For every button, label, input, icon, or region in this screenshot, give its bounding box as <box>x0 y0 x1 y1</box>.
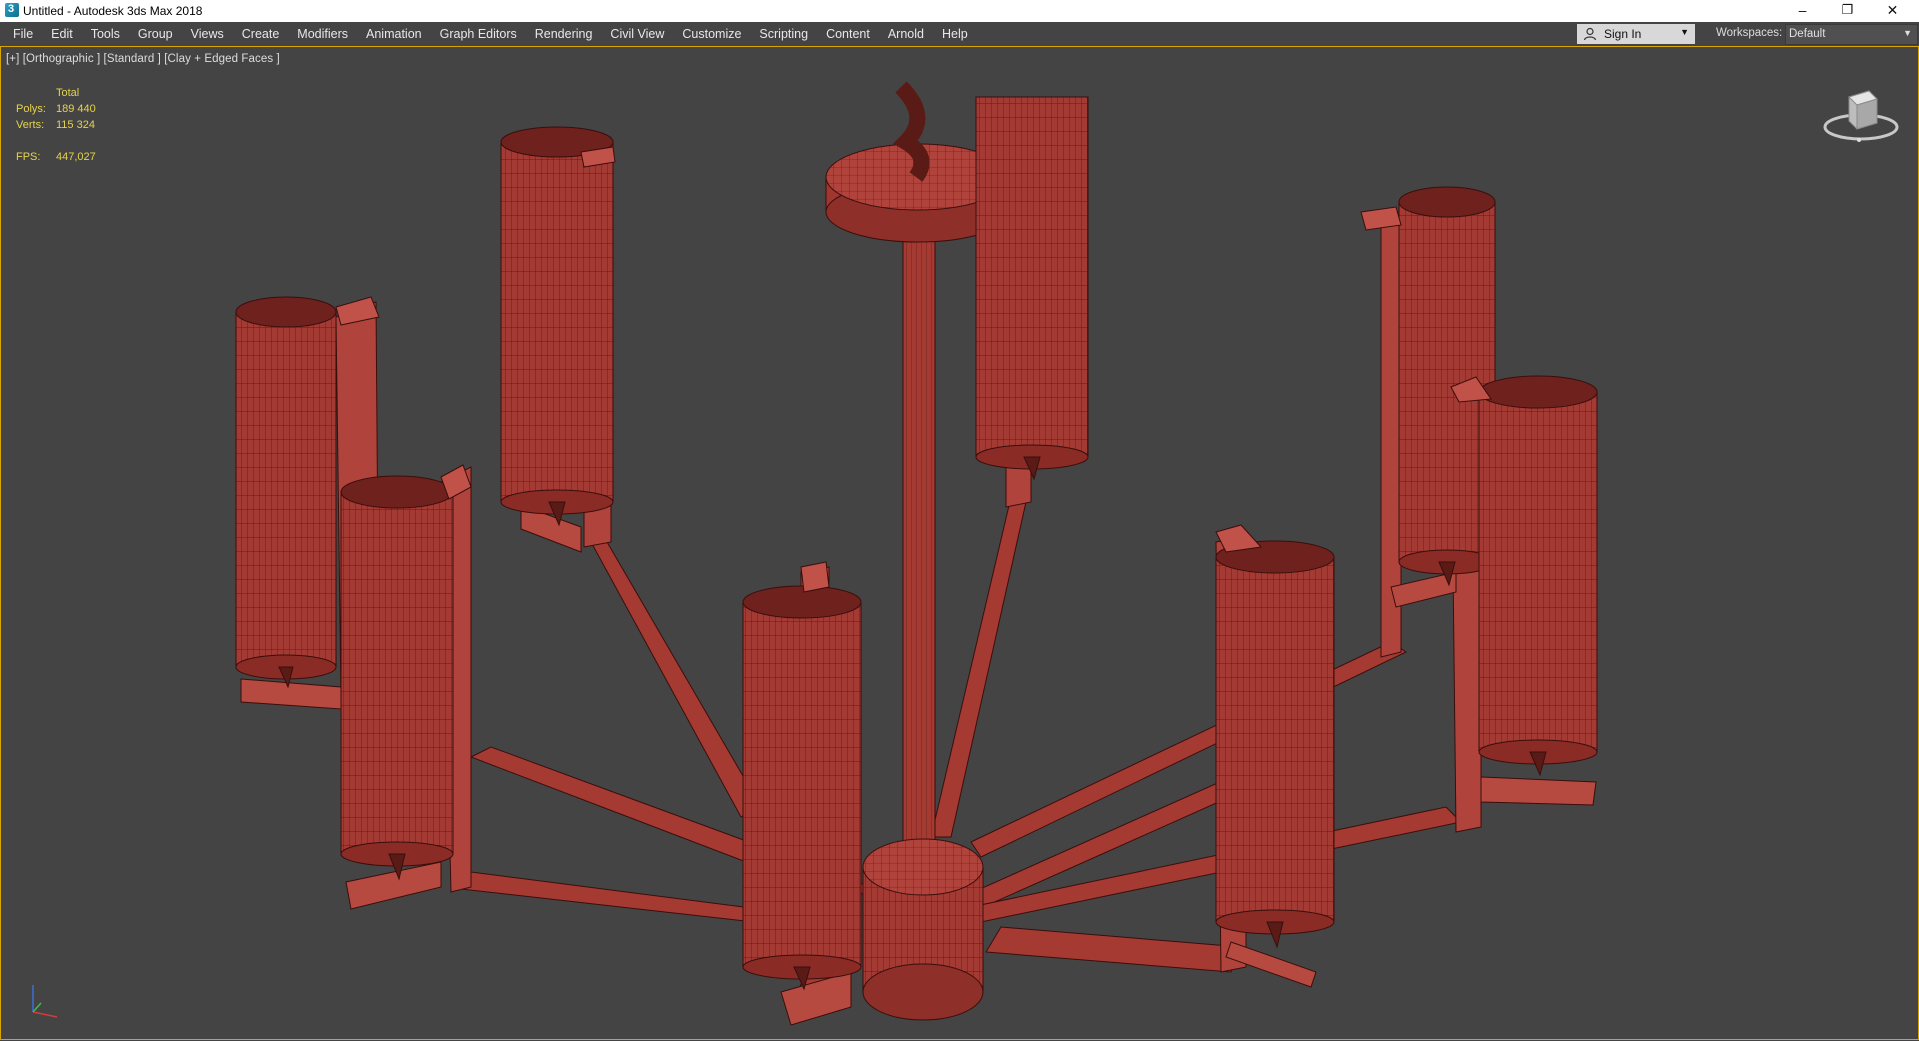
menu-scripting[interactable]: Scripting <box>750 22 817 46</box>
candle-sleeve <box>235 296 337 689</box>
menu-group[interactable]: Group <box>129 22 182 46</box>
candle-sleeve <box>975 96 1089 481</box>
workspaces-dropdown[interactable]: Default ▼ <box>1785 24 1918 45</box>
central-pole <box>902 236 936 868</box>
window-title: Untitled - Autodesk 3ds Max 2018 <box>23 4 203 18</box>
app-icon[interactable] <box>5 3 19 17</box>
minimize-button[interactable]: – <box>1780 0 1825 22</box>
candle-sleeve <box>340 475 454 881</box>
menu-modifiers[interactable]: Modifiers <box>288 22 357 46</box>
menu-tools[interactable]: Tools <box>82 22 129 46</box>
menu-graph-editors[interactable]: Graph Editors <box>431 22 526 46</box>
user-icon <box>1583 27 1597 41</box>
viewcube-icon[interactable] <box>1821 77 1901 157</box>
chevron-down-icon: ▼ <box>1903 28 1912 38</box>
viewport-label[interactable]: [+] [Orthographic ] [Standard ] [Clay + … <box>6 53 280 65</box>
menu-animation[interactable]: Animation <box>357 22 431 46</box>
candle-sleeve <box>1215 540 1335 949</box>
menu-arnold[interactable]: Arnold <box>879 22 933 46</box>
perspective-viewport[interactable]: [+] [Orthographic ] [Standard ] [Clay + … <box>0 47 1919 1040</box>
menu-create[interactable]: Create <box>233 22 289 46</box>
main-menu: File Edit Tools Group Views Create Modif… <box>4 22 977 46</box>
title-bar: Untitled - Autodesk 3ds Max 2018 – ❐ ✕ <box>0 0 1919 22</box>
fps-label: FPS: <box>16 151 41 163</box>
sign-in-button[interactable]: Sign In ▼ <box>1577 24 1695 44</box>
viewport-statistics: Total Polys: 189 440 Verts: 115 324 FPS:… <box>16 85 136 165</box>
menu-content[interactable]: Content <box>817 22 879 46</box>
menu-bar: File Edit Tools Group Views Create Modif… <box>0 22 1919 47</box>
axis-tripod-icon <box>32 985 58 1018</box>
menu-customize[interactable]: Customize <box>673 22 750 46</box>
sign-in-label: Sign In <box>1604 27 1642 41</box>
menu-rendering[interactable]: Rendering <box>526 22 602 46</box>
candle-sleeve <box>1478 375 1598 777</box>
verts-label: Verts: <box>16 119 45 131</box>
polys-value: 189 440 <box>56 103 96 115</box>
central-hub <box>862 838 984 1021</box>
chevron-down-icon[interactable]: ▼ <box>1680 27 1689 37</box>
close-button[interactable]: ✕ <box>1870 0 1915 22</box>
menu-help[interactable]: Help <box>933 22 977 46</box>
restore-button[interactable]: ❐ <box>1825 0 1870 22</box>
workspaces-label: Workspaces: <box>1716 27 1783 39</box>
menu-views[interactable]: Views <box>182 22 233 46</box>
menu-edit[interactable]: Edit <box>42 22 82 46</box>
stats-total-header: Total <box>56 87 80 99</box>
verts-value: 115 324 <box>56 119 95 131</box>
workspaces-value: Default <box>1789 28 1826 40</box>
menu-civil-view[interactable]: Civil View <box>601 22 673 46</box>
menu-file[interactable]: File <box>4 22 42 46</box>
scene-canvas <box>235 81 1598 1026</box>
fps-value: 447,027 <box>56 151 96 163</box>
candle-sleeve <box>500 126 614 527</box>
candle-sleeve <box>742 585 862 991</box>
polys-label: Polys: <box>16 103 46 115</box>
